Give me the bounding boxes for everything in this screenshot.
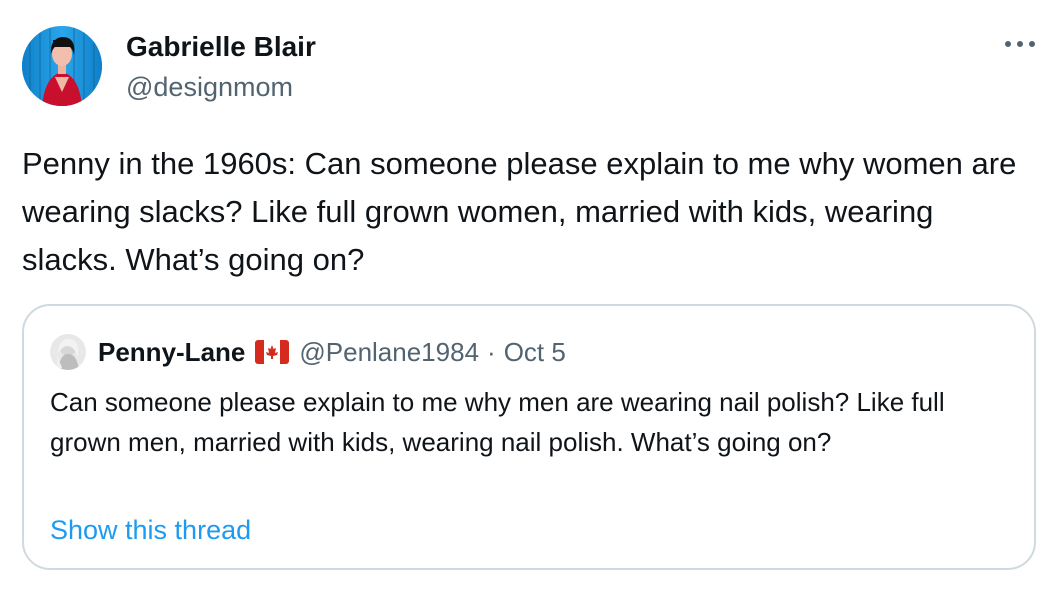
quoted-tweet-header: Penny-Lane @Penlane1984 · Oct 5 — [50, 334, 566, 370]
quoted-date[interactable]: Oct 5 — [504, 337, 566, 368]
quoted-author-avatar[interactable] — [50, 334, 86, 370]
quoted-tweet-text: Can someone please explain to me why men… — [50, 387, 952, 457]
quoted-handle[interactable]: @Penlane1984 — [299, 337, 479, 368]
author-display-name[interactable]: Gabrielle Blair — [126, 30, 316, 64]
author-avatar[interactable] — [22, 26, 102, 106]
canada-flag-icon — [255, 340, 290, 364]
quoted-display-name[interactable]: Penny-Lane — [98, 337, 245, 368]
profile-photo-icon — [22, 26, 102, 106]
quoted-tweet[interactable]: Penny-Lane @Penlane1984 · Oct 5 Can some… — [22, 304, 1036, 570]
more-options-button[interactable] — [1002, 32, 1038, 56]
separator-dot: · — [487, 336, 496, 367]
tweet-header: Gabrielle Blair @designmom — [22, 26, 1042, 110]
tweet-body-text: Penny in the 1960s: Can someone please e… — [22, 146, 1025, 277]
tweet-card: Gabrielle Blair @designmom Penny in the … — [0, 0, 1058, 600]
author-names: Gabrielle Blair @designmom — [126, 30, 316, 104]
author-handle[interactable]: @designmom — [126, 70, 316, 104]
show-thread-link[interactable]: Show this thread — [50, 510, 251, 550]
quoted-profile-photo-icon — [50, 334, 86, 370]
more-dots-icon — [1005, 41, 1035, 47]
